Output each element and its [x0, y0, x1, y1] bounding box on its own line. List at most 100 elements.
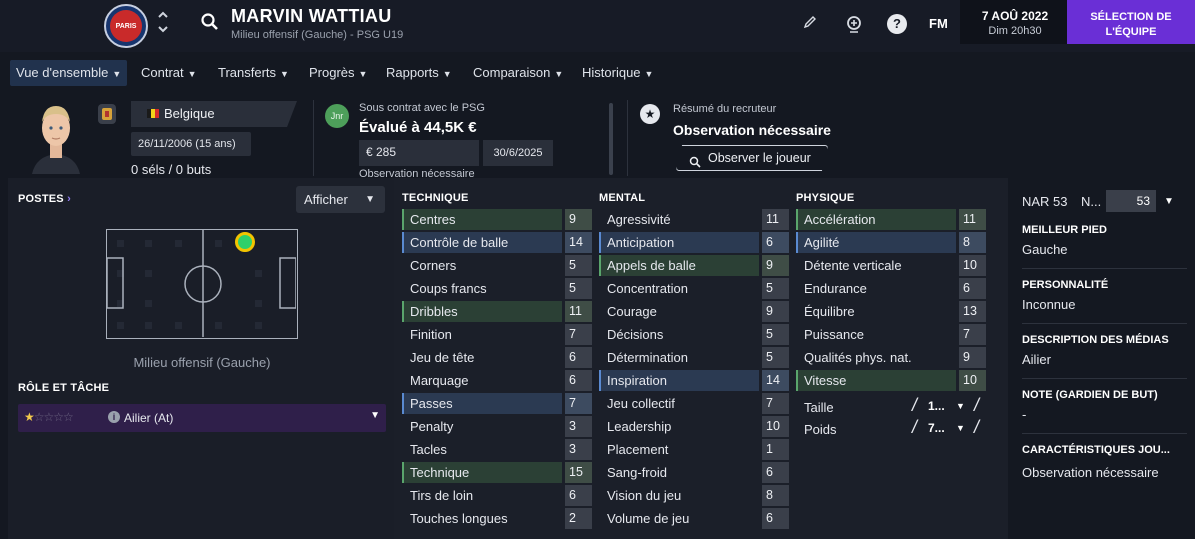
fm-logo[interactable]: FM — [929, 16, 948, 31]
tab-comparison[interactable]: Comparaison ▼ — [467, 60, 569, 86]
tab-contract[interactable]: Contrat ▼ — [135, 60, 203, 86]
attribute-row[interactable]: Placement 1 — [599, 438, 789, 461]
attribute-name: Puissance — [804, 327, 864, 342]
height-value[interactable]: 1... — [928, 399, 945, 413]
attribute-row[interactable]: Détente verticale 10 — [796, 254, 986, 277]
scrollbar[interactable] — [609, 103, 613, 175]
attribute-row[interactable]: Contrôle de balle 14 — [402, 231, 592, 254]
attribute-row[interactable]: Sang-froid 6 — [599, 461, 789, 484]
nar-value[interactable]: 53 — [1106, 190, 1156, 212]
attribute-row[interactable]: Vitesse 10 — [796, 369, 986, 392]
info-icon[interactable]: i — [108, 411, 120, 423]
gk-rating-heading: NOTE (GARDIEN DE BUT) — [1022, 389, 1158, 401]
weight-value[interactable]: 7... — [928, 421, 945, 435]
player-name: MARVIN WATTIAU — [231, 6, 392, 26]
tab-progress-label: Progrès — [309, 65, 355, 80]
media-description-heading: DESCRIPTION DES MÉDIAS — [1022, 334, 1169, 346]
positions-heading[interactable]: POSTES › — [18, 193, 71, 205]
attribute-row[interactable]: Technique 15 — [402, 461, 592, 484]
attribute-row[interactable]: Endurance 6 — [796, 277, 986, 300]
attribute-value: 14 — [762, 370, 789, 391]
tab-history[interactable]: Historique ▼ — [576, 60, 659, 86]
player-subtitle: Milieu offensif (Gauche) - PSG U19 — [231, 29, 404, 41]
tab-progress[interactable]: Progrès ▼ — [303, 60, 373, 86]
attribute-value: 6 — [762, 508, 789, 529]
attribute-row[interactable]: Jeu de tête 6 — [402, 346, 592, 369]
divider — [627, 100, 628, 176]
tab-transfers[interactable]: Transferts ▼ — [212, 60, 295, 86]
attribute-row[interactable]: Corners 5 — [402, 254, 592, 277]
height-label: Taille — [804, 400, 834, 415]
attribute-row[interactable]: Agilité 8 — [796, 231, 986, 254]
team-selection-button[interactable]: SÉLECTION DE L'ÉQUIPE — [1067, 0, 1195, 44]
attribute-row[interactable]: Passes 7 — [402, 392, 592, 415]
attribute-value: 7 — [959, 324, 986, 345]
chevron-down-icon[interactable]: ▼ — [956, 401, 965, 411]
role-dropdown[interactable]: ★☆☆☆☆ i Ailier (At) ▼ — [18, 404, 386, 432]
help-icon[interactable]: ? — [887, 14, 907, 34]
attribute-row[interactable]: Puissance 7 — [796, 323, 986, 346]
attribute-row[interactable]: Leadership 10 — [599, 415, 789, 438]
attribute-row[interactable]: Touches longues 2 — [402, 507, 592, 530]
tab-bar: Vue d'ensemble ▼ Contrat ▼ Transferts ▼ Pro… — [0, 56, 1195, 88]
attribute-row[interactable]: Anticipation 6 — [599, 231, 789, 254]
search-icon[interactable] — [200, 12, 220, 32]
attribute-row[interactable]: Courage 9 — [599, 300, 789, 323]
attribute-value: 14 — [565, 232, 592, 253]
attribute-row[interactable]: Accélération 11 — [796, 208, 986, 231]
attribute-name: Technique — [410, 465, 470, 480]
attribute-row[interactable]: Finition 7 — [402, 323, 592, 346]
attribute-row[interactable]: Équilibre 13 — [796, 300, 986, 323]
attribute-row[interactable]: Centres 9 — [402, 208, 592, 231]
club-badge-text: PARIS — [110, 10, 142, 42]
position-caption: Milieu offensif (Gauche) — [133, 355, 271, 370]
attribute-row[interactable]: Jeu collectif 7 — [599, 392, 789, 415]
attribute-value: 7 — [565, 393, 592, 414]
attribute-row[interactable]: Tacles 3 — [402, 438, 592, 461]
attribute-row[interactable]: Vision du jeu 8 — [599, 484, 789, 507]
attribute-row[interactable]: Concentration 5 — [599, 277, 789, 300]
attribute-name: Équilibre — [804, 304, 855, 319]
nationality-label: Belgique — [164, 106, 215, 121]
nar-label: NAR 53 — [1022, 194, 1068, 209]
nationality-badge-icon — [98, 104, 116, 124]
attribute-row[interactable]: Qualités phys. nat. 9 — [796, 346, 986, 369]
divider — [1022, 433, 1187, 434]
trophy-ball-icon[interactable] — [844, 14, 864, 34]
show-dropdown[interactable]: Afficher ▼ — [296, 186, 385, 213]
attribute-value: 5 — [762, 278, 789, 299]
best-foot-value: Gauche — [1022, 242, 1068, 257]
attribute-name: Agressivité — [607, 212, 671, 227]
club-badge[interactable]: PARIS — [104, 4, 148, 48]
attribute-row[interactable]: Tirs de loin 6 — [402, 484, 592, 507]
observe-player-button[interactable]: Observer le joueur — [676, 145, 828, 171]
current-date: 7 AOÛ 2022 — [981, 9, 1049, 23]
attribute-row[interactable]: Décisions 5 — [599, 323, 789, 346]
attribute-row[interactable]: Penalty 3 — [402, 415, 592, 438]
attribute-row[interactable]: Agressivité 11 — [599, 208, 789, 231]
tab-reports[interactable]: Rapports ▼ — [380, 60, 458, 86]
attribute-row[interactable]: Coups francs 5 — [402, 277, 592, 300]
date-box[interactable]: 7 AOÛ 2022 Dim 20h30 — [960, 0, 1070, 44]
attribute-row[interactable]: Appels de balle 9 — [599, 254, 789, 277]
attribute-value: 2 — [565, 508, 592, 529]
tab-contract-label: Contrat — [141, 65, 184, 80]
attribute-name: Tirs de loin — [410, 488, 474, 503]
tab-overview[interactable]: Vue d'ensemble ▼ — [10, 60, 128, 86]
chevron-down-icon: ▼ — [644, 69, 654, 79]
attribute-row[interactable]: Marquage 6 — [402, 369, 592, 392]
attribute-row[interactable]: Inspiration 14 — [599, 369, 789, 392]
divider: / — [912, 395, 918, 415]
best-foot-heading: MEILLEUR PIED — [1022, 224, 1107, 236]
attribute-name: Marquage — [410, 373, 469, 388]
attribute-row[interactable]: Dribbles 11 — [402, 300, 592, 323]
edit-pencil-icon[interactable] — [800, 14, 820, 34]
chevron-down-icon[interactable]: ▼ — [1164, 196, 1174, 207]
attribute-value: 11 — [565, 301, 592, 322]
search-icon — [689, 152, 701, 168]
chevron-down-icon[interactable]: ▼ — [956, 423, 965, 433]
attribute-row[interactable]: Volume de jeu 6 — [599, 507, 789, 530]
role-label: Ailier (At) — [124, 411, 174, 425]
up-down-chevron-icon[interactable] — [157, 9, 169, 39]
attribute-row[interactable]: Détermination 5 — [599, 346, 789, 369]
